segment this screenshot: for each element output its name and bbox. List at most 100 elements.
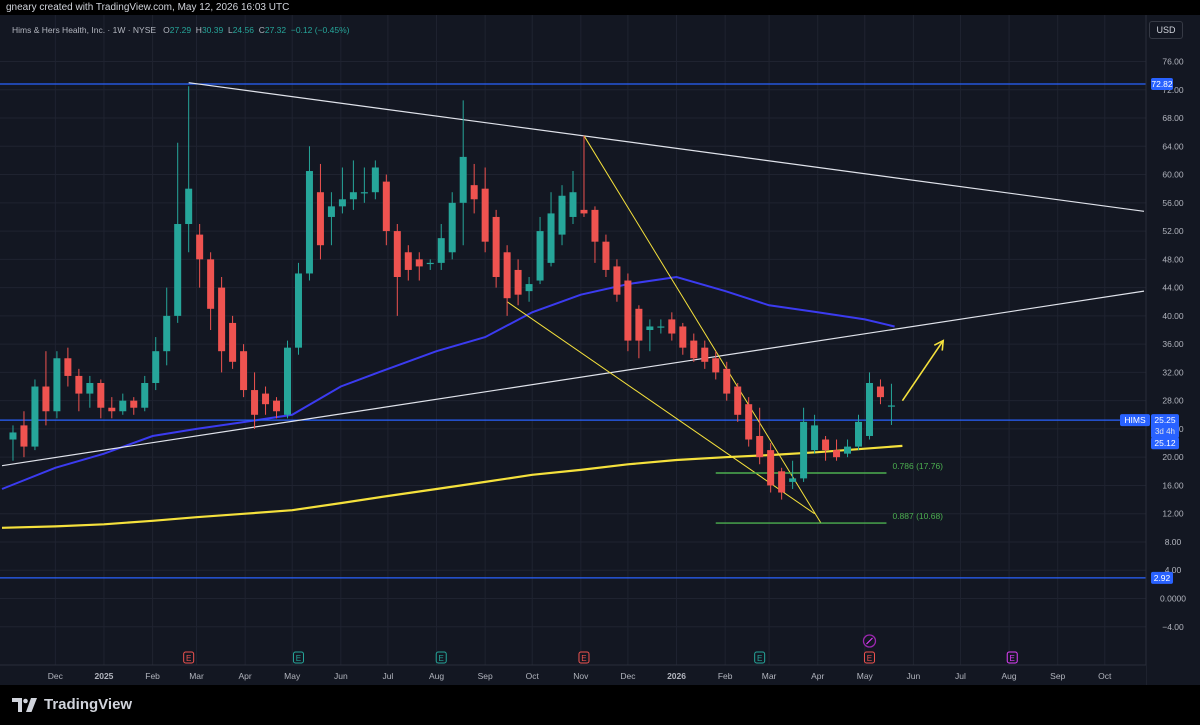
time-tick-label: Apr [239, 671, 252, 681]
price-tick-label: 20.00 [1162, 452, 1184, 462]
candle-body [580, 209, 588, 214]
candle-body [229, 322, 237, 362]
price-tick-label: 76.00 [1162, 57, 1184, 67]
earnings-marker: E [1006, 651, 1018, 664]
candle-body [646, 326, 654, 330]
candle-body [196, 234, 204, 260]
candle-body [174, 224, 182, 316]
price-chart[interactable]: 0.786 (17.76) 0.887 (10.68) E E E E E E E 76.00… [0, 15, 1200, 685]
candle-body [294, 273, 302, 348]
upcoming-event-icon [862, 634, 877, 648]
candle-body [701, 347, 709, 362]
candle-body [108, 407, 116, 412]
candle-body [97, 382, 105, 408]
candle [229, 315, 237, 369]
symbol-legend[interactable]: Hims & Hers Health, Inc. · 1W · NYSE O27… [12, 25, 349, 35]
candle-body [887, 405, 895, 407]
candle [492, 209, 500, 288]
candle [31, 379, 39, 451]
candle-body [426, 262, 434, 265]
candle-body [822, 439, 830, 451]
candle-body [525, 284, 533, 292]
candle-body [569, 192, 577, 217]
chart-panel[interactable]: 0.786 (17.76) 0.887 (10.68) E E E E E E E 76.00… [0, 15, 1200, 685]
tradingview-logo-icon [12, 697, 37, 712]
hline-price-text: 72.82 [1151, 79, 1173, 89]
candle-body [53, 358, 61, 412]
candle-body [503, 252, 511, 299]
price-tick-label: 56.00 [1162, 198, 1184, 208]
price-tick-label: 44.00 [1162, 283, 1184, 293]
earnings-label: E [296, 654, 301, 663]
price-tick-label: 8.00 [1165, 537, 1182, 547]
candle-body [865, 382, 873, 436]
candle-body [284, 347, 291, 415]
symbol-badge-text: HIMS [1124, 415, 1146, 425]
grid [0, 15, 1200, 685]
candle-body [833, 450, 841, 458]
tradingview-brand[interactable]: TradingView [12, 696, 132, 713]
earnings-marker: E [754, 651, 766, 664]
candle-body [382, 181, 390, 232]
screenshot-frame: gneary created with TradingView.com, May… [0, 0, 1200, 725]
time-tick-label: Apr [811, 671, 824, 681]
candle-body [152, 351, 160, 383]
candle-body [9, 432, 17, 440]
price-tick-label: 40.00 [1162, 311, 1184, 321]
candle-body [273, 400, 281, 412]
time-tick-label: Feb [718, 671, 733, 681]
candle-body [316, 192, 324, 246]
hline-price-text: 2.92 [1154, 573, 1171, 583]
candle-body [481, 188, 489, 242]
price-tick-label: 64.00 [1162, 141, 1184, 151]
candle-body [185, 188, 193, 225]
earnings-label: E [757, 654, 762, 663]
candle-body [591, 209, 599, 242]
time-tick-label: Aug [1002, 671, 1017, 681]
legend-change: −0.12 (−0.45%) [290, 25, 350, 35]
price-tick-label: 48.00 [1162, 254, 1184, 264]
legend-name: Hims & Hers Health, Inc. · 1W · NYSE [12, 25, 157, 35]
candle [767, 443, 775, 493]
price-tick-label: 36.00 [1162, 339, 1184, 349]
earnings-marker: E [292, 651, 304, 664]
candle-body [64, 358, 72, 376]
candle [284, 340, 291, 419]
last-price-text: 25.25 [1154, 415, 1176, 425]
time-tick-label: 2026 [667, 671, 686, 681]
candle-body [679, 326, 687, 348]
earnings-marker: E [183, 651, 195, 664]
candle-body [20, 425, 28, 447]
time-tick-label: Dec [48, 671, 64, 681]
currency-selector[interactable]: USD [1149, 21, 1183, 39]
brand-name: TradingView [44, 696, 133, 713]
candle-body [163, 315, 171, 352]
candle-body [141, 382, 149, 408]
legend-l-value: 24.56 [232, 25, 254, 35]
candle-body [668, 319, 676, 334]
time-tick-label: 2025 [95, 671, 114, 681]
time-tick-label: May [284, 671, 301, 681]
candle-body [119, 400, 127, 412]
candle-body [305, 171, 313, 274]
candle-body [437, 238, 445, 263]
legend-o-value: 27.29 [169, 25, 192, 35]
legend-o-label: O [163, 25, 170, 35]
time-tick-label: Mar [762, 671, 777, 681]
share-caption: gneary created with TradingView.com, May… [6, 2, 290, 13]
time-tick-label: Jul [955, 671, 966, 681]
earnings-label: E [581, 654, 586, 663]
time-tick-label: Oct [526, 671, 540, 681]
candle-body [327, 206, 335, 217]
candle-body [624, 280, 632, 341]
candle-body [415, 259, 423, 267]
candle-body [547, 213, 555, 263]
candle-body [207, 259, 215, 309]
candle-body [404, 252, 412, 270]
candle-body [712, 358, 720, 373]
price-tick-label: 32.00 [1162, 367, 1184, 377]
price-tick-label: 16.00 [1162, 480, 1184, 490]
candle-body [536, 231, 544, 281]
time-tick-label: Sep [478, 671, 493, 681]
candle-body [470, 185, 478, 200]
